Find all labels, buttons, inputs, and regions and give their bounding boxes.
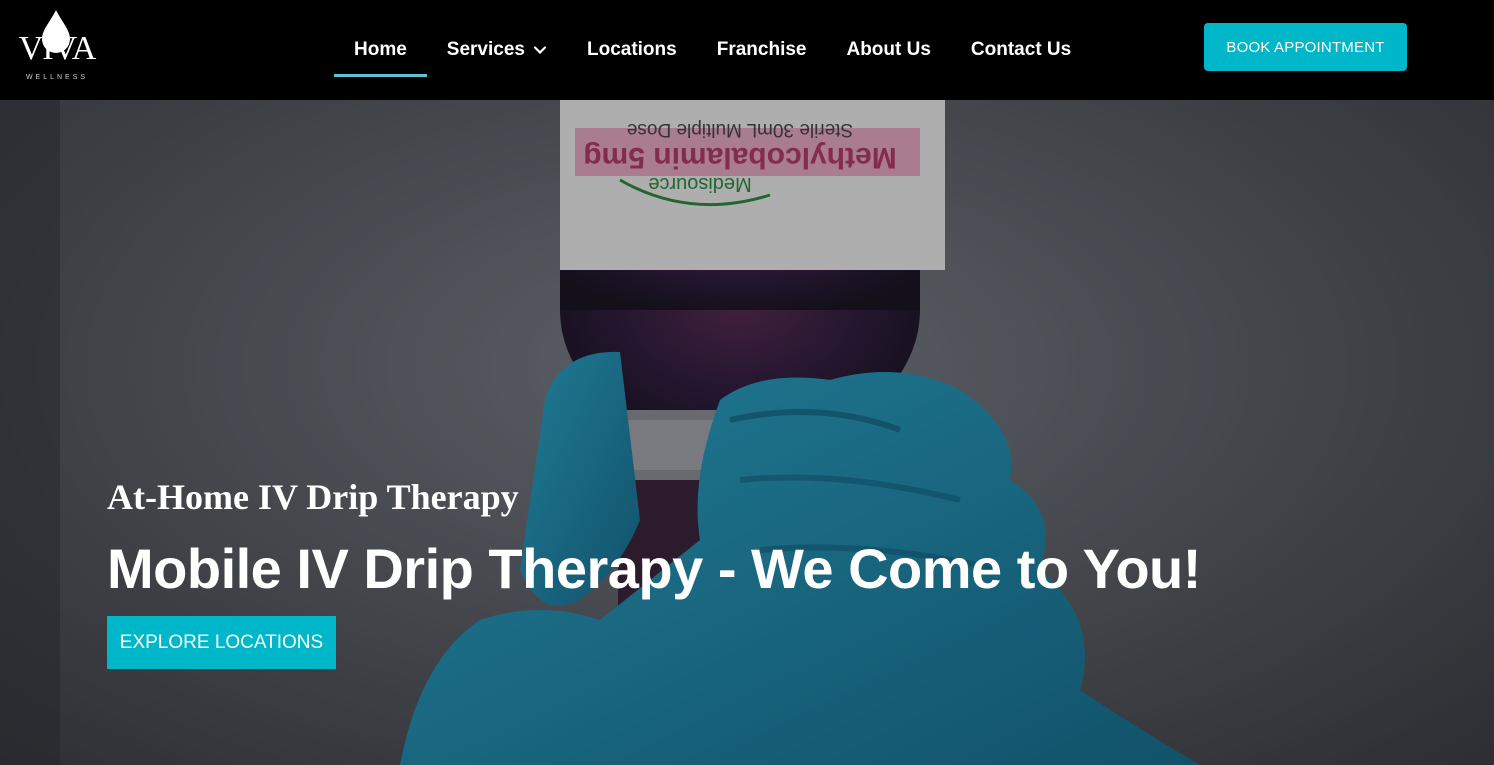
nav-item-home[interactable]: Home [334, 27, 427, 77]
hero-title: Mobile IV Drip Therapy - We Come to You! [107, 537, 1201, 600]
nav-item-label: Franchise [716, 39, 807, 60]
nav-item-locations[interactable]: Locations [567, 27, 697, 73]
chevron-down-icon [533, 46, 547, 55]
nav-item-label: Locations [586, 39, 677, 60]
nav-item-services[interactable]: Services [427, 27, 567, 73]
hero-section: Methylcobalamin 5mg Sterile 30mL Multipl… [0, 100, 1494, 765]
brand-logo[interactable]: VIVA WELLNESS [10, 8, 104, 86]
brand-name: VIVA [18, 30, 97, 67]
nav-item-label: Contact Us [970, 39, 1072, 60]
site-header: VIVA WELLNESS Home Services Locations Fr… [0, 0, 1494, 100]
nav-item-label: Home [354, 39, 407, 60]
main-nav: Home Services Locations Franchise About … [334, 0, 1091, 100]
nav-item-franchise[interactable]: Franchise [697, 27, 827, 73]
explore-locations-button[interactable]: EXPLORE LOCATIONS [107, 616, 336, 669]
nav-item-label: About Us [846, 39, 931, 60]
nav-item-contact-us[interactable]: Contact Us [951, 27, 1091, 73]
nav-item-about-us[interactable]: About Us [826, 27, 950, 73]
hero-subtitle: At-Home IV Drip Therapy [107, 477, 519, 517]
brand-tagline: WELLNESS [25, 74, 89, 81]
nav-item-label: Services [446, 39, 525, 60]
book-appointment-button[interactable]: BOOK APPOINTMENT [1204, 23, 1407, 71]
